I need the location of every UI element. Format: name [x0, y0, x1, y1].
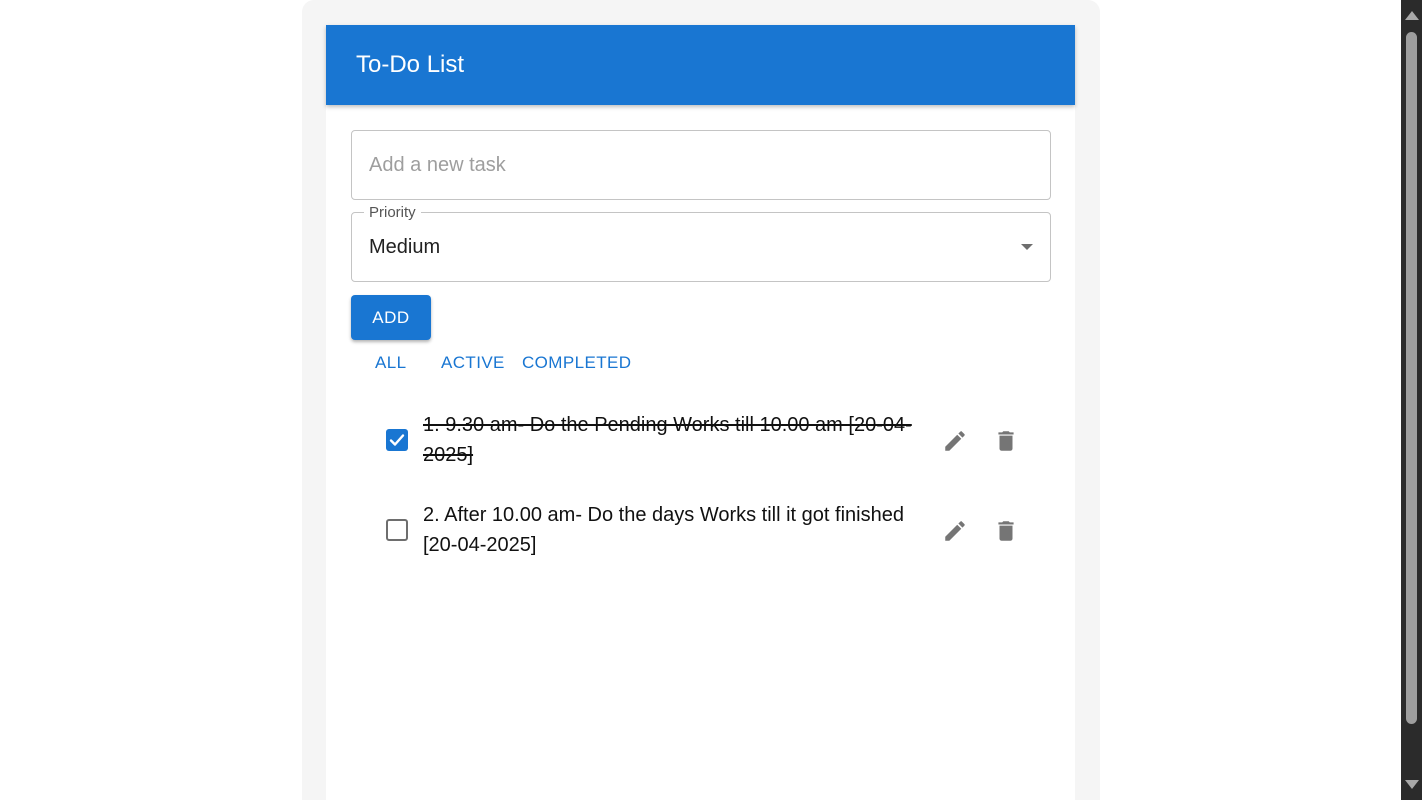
checkmark-icon	[389, 434, 405, 446]
priority-label: Priority	[364, 204, 421, 221]
scroll-down-arrow-icon[interactable]	[1405, 780, 1419, 789]
vertical-scrollbar[interactable]	[1401, 0, 1422, 800]
edit-button[interactable]	[939, 515, 971, 547]
pencil-icon	[945, 431, 965, 451]
scrollbar-thumb[interactable]	[1406, 32, 1417, 724]
todo-text: 2. After 10.00 am- Do the days Works til…	[423, 504, 904, 556]
trash-icon	[998, 521, 1014, 541]
pencil-icon	[945, 521, 965, 541]
page: To-Do List Priority Medium ADD ALL ACTIV…	[0, 0, 1401, 800]
app-bar: To-Do List	[326, 25, 1075, 105]
delete-button[interactable]	[990, 515, 1022, 547]
todo-item: 1. 9.30 am- Do the Pending Works till 10…	[351, 410, 1051, 472]
new-task-input[interactable]	[352, 131, 1050, 199]
filter-completed-button[interactable]: COMPLETED	[522, 352, 631, 374]
filter-active-button[interactable]: ACTIVE	[441, 352, 505, 374]
scroll-up-arrow-icon[interactable]	[1405, 11, 1419, 20]
edit-button[interactable]	[939, 425, 971, 457]
trash-icon	[998, 431, 1014, 451]
priority-select[interactable]: Priority Medium	[351, 204, 1051, 282]
arrow-drop-down-icon[interactable]	[1021, 244, 1033, 250]
todo-checkbox[interactable]	[386, 519, 408, 541]
todo-checkbox[interactable]	[386, 429, 408, 451]
priority-value: Medium	[369, 236, 441, 258]
filter-all-button[interactable]: ALL	[375, 352, 406, 374]
todo-text: 1. 9.30 am- Do the Pending Works till 10…	[423, 414, 912, 466]
app-title: To-Do List	[356, 51, 465, 78]
delete-button[interactable]	[990, 425, 1022, 457]
new-task-field[interactable]	[351, 130, 1051, 200]
todo-item: 2. After 10.00 am- Do the days Works til…	[351, 500, 1051, 562]
add-button[interactable]: ADD	[351, 295, 431, 340]
